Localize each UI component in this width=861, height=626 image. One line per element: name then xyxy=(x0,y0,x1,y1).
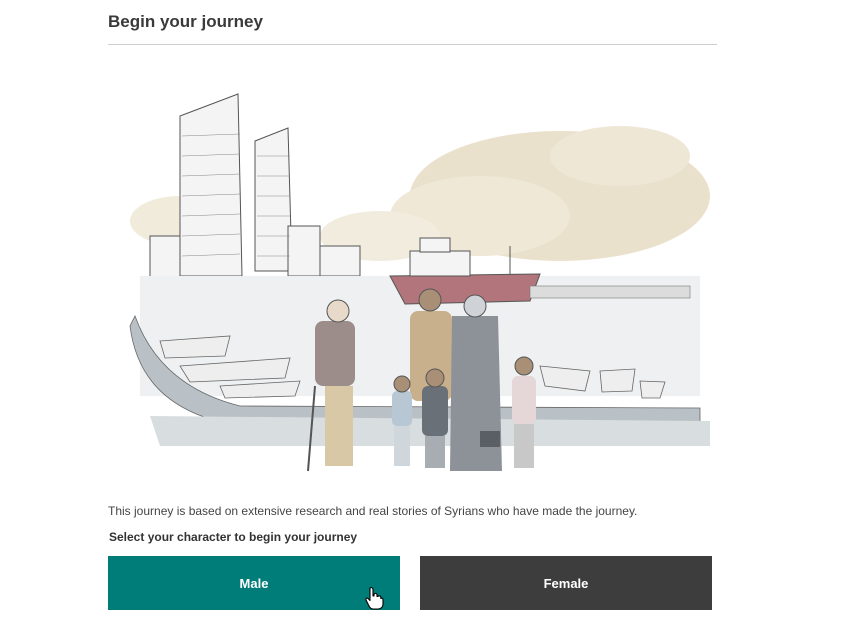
male-button[interactable]: Male xyxy=(108,556,400,610)
title-divider xyxy=(108,44,717,45)
far-pier xyxy=(529,285,691,299)
harbor-family-illustration xyxy=(129,93,710,472)
select-character-prompt: Select your character to begin your jour… xyxy=(109,530,358,544)
skyline xyxy=(149,93,361,282)
intro-text: This journey is based on extensive resea… xyxy=(108,504,638,518)
female-button[interactable]: Female xyxy=(420,556,712,610)
page-title: Begin your journey xyxy=(108,12,263,31)
hand-pointer-icon xyxy=(365,587,384,610)
